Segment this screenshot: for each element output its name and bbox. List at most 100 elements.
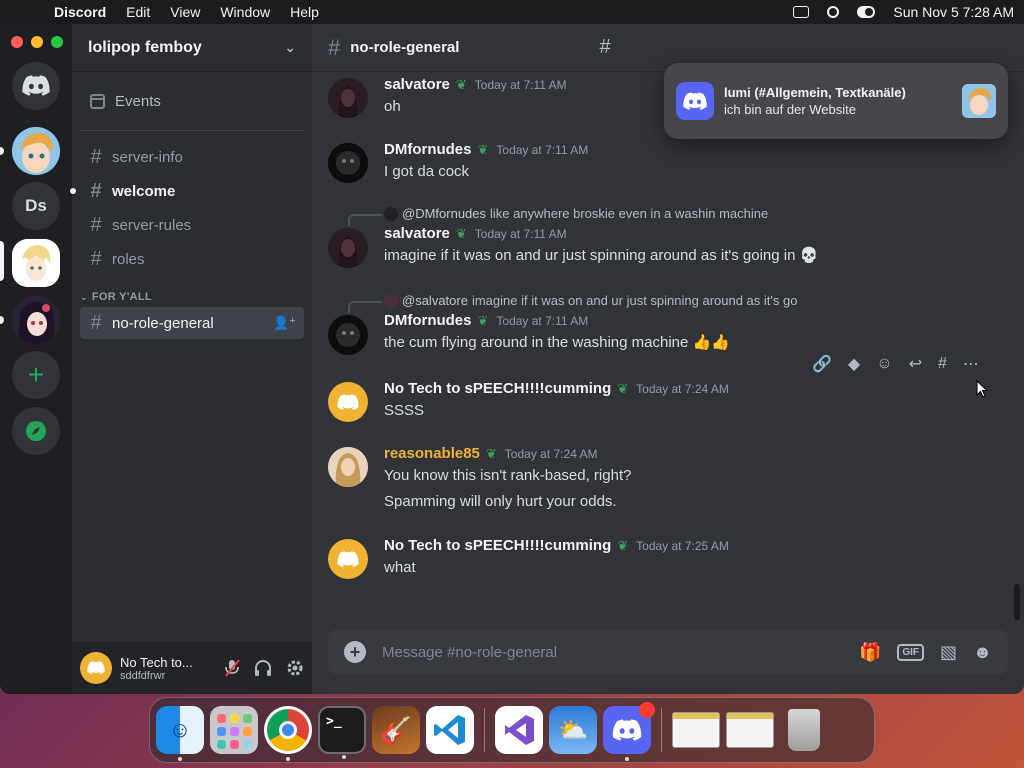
dock-terminal[interactable]: >_ [318,706,366,759]
server-icon-anime-boy[interactable] [12,127,60,175]
message-reply[interactable]: @DMfornudes like anywhere broskie even i… [328,206,1008,268]
message[interactable]: reasonable85 ❦ Today at 7:24 AM You know… [328,445,1008,512]
author-avatar[interactable] [328,447,368,487]
sticker-icon[interactable]: ▧ [940,642,957,663]
threads-icon[interactable]: # [599,36,610,59]
category-for-yall[interactable]: ⌄ FOR Y'ALL [80,291,304,303]
dock-trash[interactable] [780,706,828,754]
dock-minimized-window-2[interactable] [726,706,774,754]
dock-launchpad[interactable] [210,706,258,754]
menu-help[interactable]: Help [290,4,319,20]
author-name[interactable]: No Tech to sPEECH!!!!cumming [384,380,611,397]
window-controls [11,36,63,48]
zoom-window-button[interactable] [51,36,63,48]
invite-member-icon[interactable]: 👤⁺ [273,315,296,331]
chevron-down-icon: ⌄ [284,39,296,55]
channel-server-rules[interactable]: # server-rules [80,209,304,241]
minimize-window-button[interactable] [31,36,43,48]
dock-discord[interactable] [603,702,655,761]
channel-server-info[interactable]: # server-info [80,141,304,173]
upload-plus-button[interactable]: + [344,641,366,663]
reply-preview[interactable]: @salvatore imagine if it was on and ur j… [384,293,1008,308]
reply-text: like anywhere broskie even in a washin m… [490,206,769,221]
close-window-button[interactable] [11,36,23,48]
channel-roles[interactable]: # roles [80,243,304,275]
gift-icon[interactable]: 🎁 [859,642,881,663]
author-name[interactable]: salvatore [384,225,450,242]
message-timestamp: Today at 7:24 AM [636,382,729,396]
message-reply[interactable]: @salvatore imagine if it was on and ur j… [328,293,1008,355]
scrollbar-thumb[interactable] [1014,584,1020,620]
headphones-icon[interactable] [254,659,272,677]
screen-mirroring-icon[interactable] [793,6,810,18]
minimized-chrome-window-icon [672,712,720,748]
gif-button[interactable]: GIF [897,643,925,661]
add-reaction-icon[interactable]: ☺ [876,355,892,373]
nitro-super-reaction-icon[interactable]: ◆ [848,354,860,374]
discord-window: Ds + lolipop femboy ⌄ Events # server-in… [0,24,1024,694]
user-avatar[interactable] [80,652,112,684]
unread-indicator [70,188,76,194]
author-name[interactable]: salvatore [384,76,450,93]
message-input[interactable]: Message #no-role-general [382,644,557,661]
microphone-muted-icon[interactable] [224,659,240,677]
dock-weather[interactable]: ⛅ [549,706,597,754]
control-center-icon[interactable] [857,6,876,18]
system-notification[interactable]: lumi (#Allgemein, Textkanäle) ich bin au… [664,63,1008,139]
author-name[interactable]: reasonable85 [384,445,480,462]
channel-no-role-general[interactable]: # no-role-general 👤⁺ [80,307,304,339]
reply-author: @salvatore [402,293,468,308]
reply-icon[interactable]: ↩ [909,354,922,374]
menu-clock[interactable]: Sun Nov 5 7:28 AM [893,4,1014,20]
author-name[interactable]: DMfornudes [384,141,472,158]
author-avatar[interactable] [328,382,368,422]
direct-messages-button[interactable] [12,62,60,110]
menu-app-name[interactable]: Discord [54,4,106,20]
author-avatar[interactable] [328,78,368,118]
server-icon-lolipop-femboy[interactable] [12,239,60,287]
settings-gear-icon[interactable] [286,659,304,677]
menu-edit[interactable]: Edit [126,4,150,20]
dock-garageband[interactable]: 🎸 [372,706,420,754]
server-icon-ds[interactable]: Ds [12,182,60,230]
channel-label: roles [112,250,145,268]
dock-finder[interactable]: ☺ [156,706,204,761]
message-text: You know this isn't rank-based, right? [384,467,632,484]
author-name[interactable]: DMfornudes [384,312,472,329]
add-server-button[interactable]: + [12,351,60,399]
author-avatar[interactable] [328,539,368,579]
events-item[interactable]: Events [72,84,312,118]
discord-app-icon [676,82,714,120]
author-avatar[interactable] [328,228,368,268]
more-options-icon[interactable]: ⋯ [963,354,979,374]
reply-preview[interactable]: @DMfornudes like anywhere broskie even i… [384,206,1008,221]
message[interactable]: DMfornudes ❦ Today at 7:11 AM I got da c… [328,141,1008,183]
chrome-icon [267,709,309,751]
spotlight-search-icon[interactable] [827,6,840,18]
message[interactable]: No Tech to sPEECH!!!!cumming ❦ Today at … [328,380,1008,422]
user-info[interactable]: No Tech to... sddfdfrwr [120,655,193,682]
dock-visual-studio[interactable] [495,706,543,754]
terminal-prompt-icon: >_ [326,714,342,729]
dock-minimized-window-1[interactable] [672,706,720,754]
category-label: FOR Y'ALL [91,291,152,303]
dock-chrome[interactable] [264,706,312,761]
copy-link-icon[interactable]: 🔗 [812,354,832,374]
author-avatar[interactable] [328,143,368,183]
dock-vscode[interactable] [426,706,474,754]
author-avatar[interactable] [328,315,368,355]
menu-window[interactable]: Window [220,4,270,20]
channel-welcome[interactable]: # welcome [70,175,304,207]
explore-servers-button[interactable] [12,407,60,455]
server-header[interactable]: lolipop femboy ⌄ [72,24,312,72]
message-text: I got da cock [384,163,470,180]
create-thread-icon[interactable]: # [938,355,947,373]
author-name[interactable]: No Tech to sPEECH!!!!cumming [384,537,611,554]
message-composer[interactable]: + Message #no-role-general 🎁 GIF ▧ ☻ [328,630,1008,674]
user-panel: No Tech to... sddfdfrwr [72,642,312,694]
message-hover-toolbar: 🔗 ◆ ☺ ↩ # ⋯ [802,350,989,378]
message[interactable]: No Tech to sPEECH!!!!cumming ❦ Today at … [328,537,1008,579]
server-icon-dark-anime[interactable] [12,296,60,344]
menu-view[interactable]: View [170,4,200,20]
emoji-icon[interactable]: ☻ [973,642,992,663]
